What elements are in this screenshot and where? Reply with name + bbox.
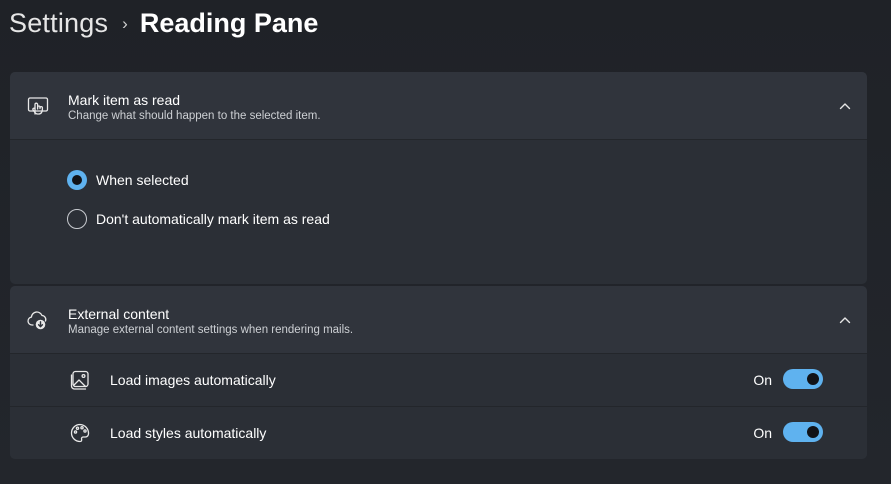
- mark-item-as-read-title: Mark item as read: [68, 92, 181, 108]
- load-styles-state: On: [753, 425, 772, 441]
- radio-dont-mark-read[interactable]: Don't automatically mark item as read: [67, 209, 330, 229]
- radio-label: When selected: [96, 172, 189, 188]
- radio-button-unchecked[interactable]: [67, 209, 87, 229]
- load-styles-setting-row: Load styles automatically On: [10, 407, 867, 459]
- load-images-toggle[interactable]: [783, 369, 823, 389]
- load-images-setting-row: Load images automatically On: [10, 354, 867, 407]
- touch-hand-icon: [27, 97, 49, 115]
- mark-item-as-read-header[interactable]: Mark item as read Change what should hap…: [10, 72, 867, 140]
- toggle-knob: [807, 426, 819, 438]
- palette-icon: [70, 423, 90, 443]
- breadcrumb-settings-link[interactable]: Settings: [9, 8, 108, 39]
- chevron-up-icon[interactable]: [837, 312, 853, 328]
- load-styles-toggle[interactable]: [783, 422, 823, 442]
- toggle-knob: [807, 373, 819, 385]
- external-content-description: Manage external content settings when re…: [68, 324, 354, 336]
- cloud-download-icon: [27, 311, 47, 330]
- mark-item-as-read-card: Mark item as read Change what should hap…: [10, 72, 867, 284]
- radio-button-checked[interactable]: [67, 170, 87, 190]
- external-content-card: External content Manage external content…: [10, 286, 867, 459]
- load-images-state: On: [753, 372, 772, 388]
- radio-label: Don't automatically mark item as read: [96, 211, 330, 227]
- radio-when-selected[interactable]: When selected: [67, 170, 189, 190]
- external-content-title: External content: [68, 306, 170, 322]
- image-icon: [70, 370, 89, 390]
- mark-item-as-read-description: Change what should happen to the selecte…: [68, 110, 321, 122]
- breadcrumb-separator: ›: [122, 14, 128, 33]
- external-content-header[interactable]: External content Manage external content…: [10, 286, 867, 354]
- breadcrumb: Settings › Reading Pane: [9, 6, 318, 40]
- load-images-label: Load images automatically: [110, 372, 276, 388]
- load-styles-label: Load styles automatically: [110, 425, 267, 441]
- page-title: Reading Pane: [139, 7, 319, 38]
- chevron-up-icon[interactable]: [837, 98, 853, 114]
